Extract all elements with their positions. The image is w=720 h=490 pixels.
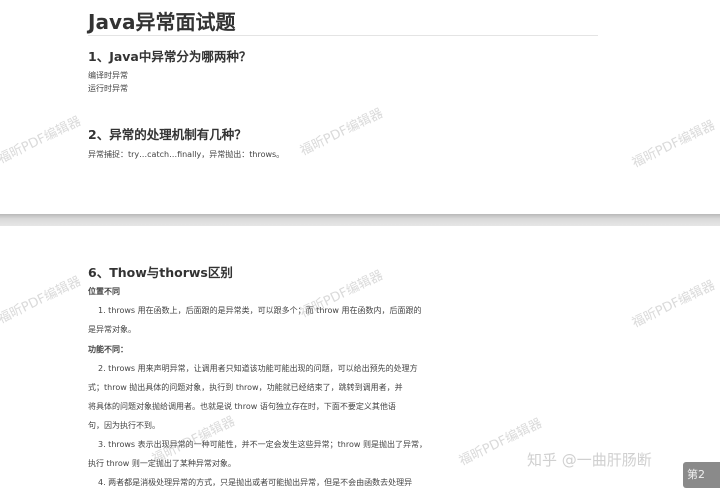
answer-line: 异常捕捉：try…catch…finally，异常抛出：throws。 — [88, 150, 285, 159]
section-heading: 功能不同： — [88, 345, 128, 354]
watermark: 福昕PDF编辑器 — [0, 113, 84, 168]
answer-line: 运行时异常 — [88, 84, 128, 93]
answer-line: 3. throws 表示出现异常的一种可能性，并不一定会发生这些异常；throw… — [98, 440, 427, 449]
author-watermark: 知乎 @一曲肝肠断 — [527, 451, 652, 469]
watermark: 福昕PDF编辑器 — [629, 117, 718, 172]
answer-line: 将具体的问题对象抛给调用者。也就是说 throw 语句独立存在时，下面不要定义其… — [88, 402, 396, 411]
pdf-viewer: Java异常面试题 1、Java中异常分为哪两种？ 编译时异常 运行时异常 2、… — [0, 0, 720, 490]
watermark: 福昕PDF编辑器 — [297, 105, 386, 160]
answer-line: 编译时异常 — [88, 71, 128, 80]
title-divider — [88, 35, 598, 36]
question-2-heading: 2、异常的处理机制有几种？ — [88, 127, 247, 142]
watermark: 福昕PDF编辑器 — [629, 277, 718, 332]
answer-line: 4. 两者都是消极处理异常的方式，只是抛出或者可能抛出异常，但是不会由函数去处理… — [98, 478, 413, 487]
watermark: 福昕PDF编辑器 — [0, 273, 84, 328]
answer-line: 句，因为执行不到。 — [88, 421, 160, 430]
answer-line: 1. throws 用在函数上，后面跟的是异常类，可以跟多个；而 throw 用… — [98, 306, 422, 315]
question-6-heading: 6、Thow与thorws区别 — [88, 265, 233, 280]
section-heading: 位置不同 — [88, 287, 120, 296]
question-1-heading: 1、Java中异常分为哪两种？ — [88, 49, 252, 64]
page-number-badge[interactable]: 第2 — [683, 462, 720, 488]
answer-line: 执行 throw 则一定抛出了某种异常对象。 — [88, 459, 236, 468]
answer-line: 2. throws 用来声明异常，让调用者只知道该功能可能出现的问题，可以给出预… — [98, 364, 418, 373]
page-separator — [0, 214, 720, 226]
document-page-1: Java异常面试题 1、Java中异常分为哪两种？ 编译时异常 运行时异常 2、… — [0, 0, 720, 214]
answer-line: 式；throw 抛出具体的问题对象，执行到 throw，功能就已经结束了，跳转到… — [88, 383, 403, 392]
document-title: Java异常面试题 — [88, 10, 236, 34]
answer-line: 是异常对象。 — [88, 325, 136, 334]
